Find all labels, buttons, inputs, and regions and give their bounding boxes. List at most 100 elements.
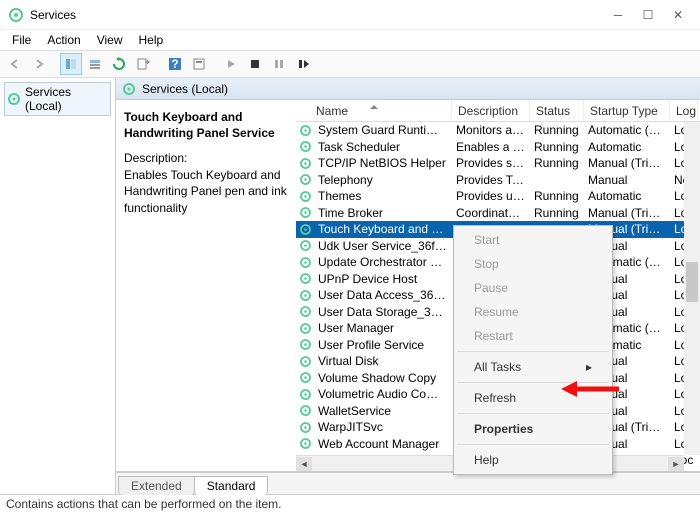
cell-status: Running (530, 156, 584, 170)
gear-icon (296, 404, 314, 417)
cell-name: Task Scheduler (314, 140, 452, 154)
minimize-button[interactable]: ─ (612, 9, 624, 21)
back-button[interactable] (4, 53, 26, 75)
tree-services-local[interactable]: Services (Local) (4, 82, 111, 116)
column-logon[interactable]: Log (670, 100, 698, 121)
stop-service-button[interactable] (244, 53, 266, 75)
cell-startup: Manual (Trigg... (584, 156, 670, 170)
cell-description: Enables a us... (452, 140, 530, 154)
tab-standard[interactable]: Standard (194, 476, 269, 495)
cell-name: TCP/IP NetBIOS Helper (314, 156, 452, 170)
scroll-left-button[interactable]: ◄ (296, 457, 312, 471)
ctx-pause[interactable]: Pause (456, 276, 610, 300)
column-name[interactable]: Name (296, 100, 452, 121)
gear-icon (296, 437, 314, 450)
gear-icon (296, 206, 314, 219)
gear-icon (296, 157, 314, 170)
cell-name: WalletService (314, 404, 452, 418)
ctx-start[interactable]: Start (456, 228, 610, 252)
cell-status: Running (530, 189, 584, 203)
menu-file[interactable]: File (6, 31, 37, 49)
gear-icon (122, 82, 136, 96)
cell-name: WarpJITSvc (314, 420, 452, 434)
cell-name: Time Broker (314, 206, 452, 220)
cell-name: Volumetric Audio Composit... (314, 387, 452, 401)
service-row[interactable]: TelephonyProvides Tel...ManualNe (296, 172, 700, 189)
cell-name: User Profile Service (314, 338, 452, 352)
export-button[interactable] (84, 53, 106, 75)
chevron-right-icon: ▸ (586, 360, 592, 374)
column-startup-type[interactable]: Startup Type (584, 100, 670, 121)
cell-startup: Automatic (584, 189, 670, 203)
service-row[interactable]: Time BrokerCoordinates ...RunningManual … (296, 205, 700, 222)
tab-extended[interactable]: Extended (118, 476, 195, 495)
gear-icon (296, 289, 314, 302)
maximize-button[interactable]: ☐ (642, 9, 654, 21)
forward-button[interactable] (28, 53, 50, 75)
cell-name: Virtual Disk (314, 354, 452, 368)
properties-button[interactable] (188, 53, 210, 75)
cell-startup: Manual (Trigg... (584, 206, 670, 220)
cell-name: Udk User Service_36f8df3 (314, 239, 452, 253)
gear-icon (296, 272, 314, 285)
pane-title: Services (Local) (142, 82, 228, 96)
gear-icon (296, 322, 314, 335)
menu-action[interactable]: Action (41, 31, 86, 49)
cell-description: Provides Tel... (452, 173, 530, 187)
service-row[interactable]: ThemesProvides use...RunningAutomaticLoc (296, 188, 700, 205)
annotation-arrow (561, 377, 621, 401)
cell-name: Update Orchestrator Service (314, 255, 452, 269)
service-row[interactable]: TCP/IP NetBIOS HelperProvides sup...Runn… (296, 155, 700, 172)
gear-icon (296, 421, 314, 434)
cell-name: UPnP Device Host (314, 272, 452, 286)
cell-description: Provides sup... (452, 156, 530, 170)
gear-icon (7, 92, 21, 106)
cell-description: Coordinates ... (452, 206, 530, 220)
service-row[interactable]: Task SchedulerEnables a us...RunningAuto… (296, 139, 700, 156)
start-service-button[interactable] (220, 53, 242, 75)
context-menu: Start Stop Pause Resume Restart All Task… (453, 225, 613, 475)
service-detail-name: Touch Keyboard and Handwriting Panel Ser… (124, 110, 288, 141)
scroll-right-button[interactable]: ► (668, 457, 684, 471)
gear-icon (296, 305, 314, 318)
menu-view[interactable]: View (91, 31, 129, 49)
cell-status: Running (530, 123, 584, 137)
gear-icon (296, 239, 314, 252)
svg-text:?: ? (171, 57, 178, 71)
service-row[interactable]: System Guard Runtime Mon...Monitors an..… (296, 122, 700, 139)
column-description[interactable]: Description (452, 100, 530, 121)
ctx-resume[interactable]: Resume (456, 300, 610, 324)
ctx-help[interactable]: Help (456, 448, 610, 472)
ctx-properties[interactable]: Properties (456, 417, 610, 441)
cell-description: Monitors an... (452, 123, 530, 137)
cell-startup: Automatic (584, 140, 670, 154)
ctx-restart[interactable]: Restart (456, 324, 610, 348)
window-title: Services (30, 8, 612, 22)
help-button[interactable]: ? (164, 53, 186, 75)
gear-icon (296, 190, 314, 203)
refresh-button[interactable] (108, 53, 130, 75)
ctx-all-tasks[interactable]: All Tasks▸ (456, 355, 610, 379)
cell-name: System Guard Runtime Mon... (314, 123, 452, 137)
menu-help[interactable]: Help (133, 31, 170, 49)
gear-icon (296, 388, 314, 401)
pause-service-button[interactable] (268, 53, 290, 75)
vertical-scrollbar[interactable] (684, 122, 700, 455)
export-list-button[interactable] (132, 53, 154, 75)
restart-service-button[interactable] (292, 53, 314, 75)
ctx-stop[interactable]: Stop (456, 252, 610, 276)
status-bar: Contains actions that can be performed o… (0, 494, 700, 514)
description-label: Description: (124, 151, 288, 165)
gear-icon (296, 256, 314, 269)
cell-name: User Manager (314, 321, 452, 335)
cell-name: Touch Keyboard and Handw... (314, 222, 452, 236)
gear-icon (296, 223, 314, 236)
close-button[interactable]: ✕ (672, 9, 684, 21)
gear-icon (296, 355, 314, 368)
cell-name: User Data Storage_36f8df3 (314, 305, 452, 319)
column-status[interactable]: Status (530, 100, 584, 121)
show-hide-tree-button[interactable] (60, 53, 82, 75)
services-icon (8, 7, 24, 23)
cell-name: Web Account Manager (314, 437, 452, 451)
gear-icon (296, 338, 314, 351)
